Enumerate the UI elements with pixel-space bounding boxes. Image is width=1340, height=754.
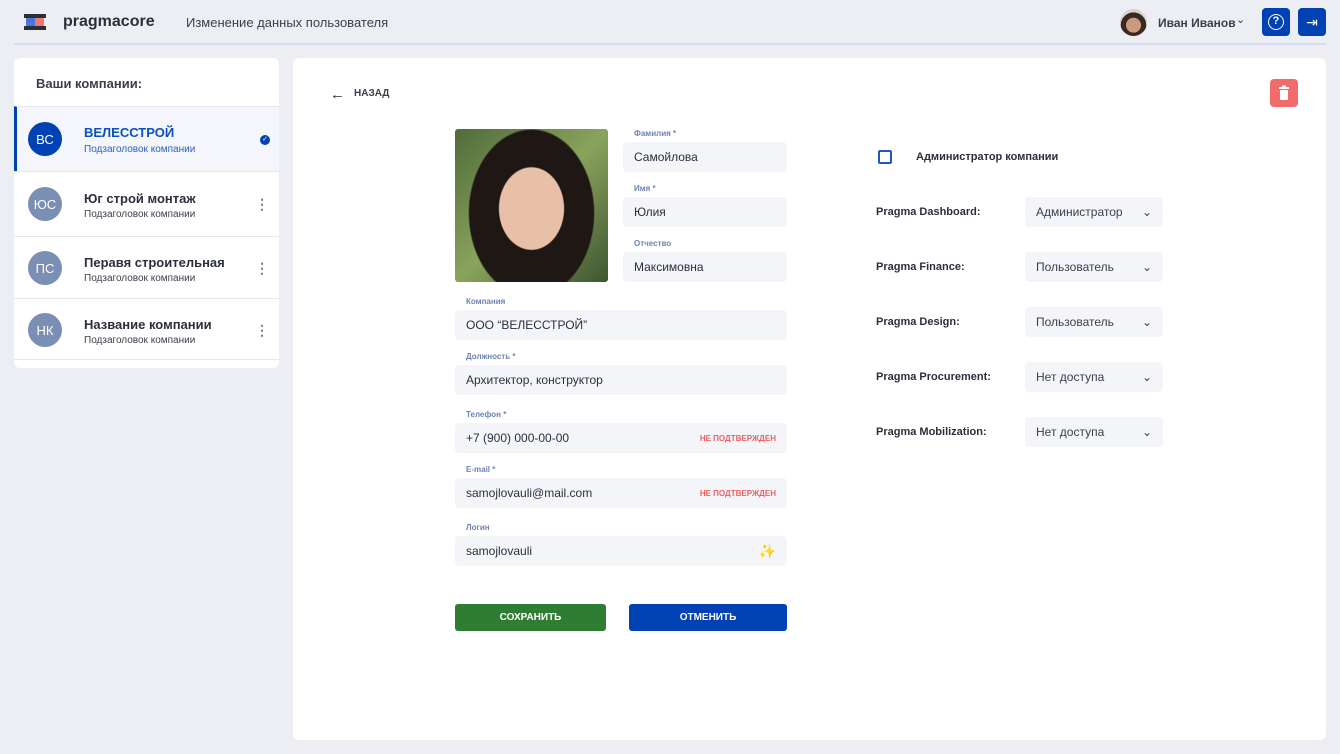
login-label: Логин xyxy=(466,523,490,532)
header-divider xyxy=(14,43,1326,45)
position-value: Архитектор, конструктор xyxy=(466,373,603,387)
back-arrow-icon[interactable]: ← xyxy=(330,86,345,103)
company-item[interactable]: ПС Перавя строительная Подзаголовок комп… xyxy=(14,236,279,298)
first-name-input[interactable]: Юлия xyxy=(623,197,787,227)
email-label: E-mail * xyxy=(466,465,496,474)
phone-value: +7 (900) 000-00-00 xyxy=(466,431,570,445)
company-value: ООО “ВЕЛЕССТРОЙ” xyxy=(466,318,588,332)
user-edit-panel xyxy=(293,58,1326,740)
page-title: Изменение данных пользователя xyxy=(186,15,389,30)
company-label: Компания xyxy=(466,297,506,306)
email-status-badge: НЕ ПОДТВЕРЖДЕН xyxy=(699,488,776,498)
company-subtitle: Подзаголовок компании xyxy=(84,273,196,284)
help-icon: ? xyxy=(1268,14,1284,30)
module-label: Pragma Dashboard: xyxy=(876,206,981,218)
company-subtitle: Подзаголовок компании xyxy=(84,335,196,346)
company-item[interactable]: ВС ВЕЛЕССТРОЙ Подзаголовок компании ✓ xyxy=(14,106,279,171)
patronymic-input[interactable]: Максимовна xyxy=(623,252,787,282)
last-name-input[interactable]: Самойлова xyxy=(623,142,787,172)
companies-sidebar: Ваши компании: ВС ВЕЛЕССТРОЙ Подзаголово… xyxy=(14,58,279,368)
company-avatar: ЮС xyxy=(28,187,62,221)
module-label: Pragma Finance: xyxy=(876,261,965,273)
dashboard-role-select[interactable]: Администратор ⌄ xyxy=(1025,197,1163,227)
select-value: Администратор xyxy=(1036,205,1123,219)
chevron-down-icon: ⌄ xyxy=(1141,260,1152,274)
cancel-button[interactable]: ОТМЕНИТЬ xyxy=(629,604,787,631)
exit-icon: ⇥ xyxy=(1306,13,1318,30)
email-input[interactable]: samojlovauli@mail.com НЕ ПОДТВЕРЖДЕН xyxy=(455,478,787,508)
select-value: Пользователь xyxy=(1036,260,1114,274)
chevron-down-icon[interactable]: ⌄ xyxy=(1236,13,1245,26)
company-subtitle: Подзаголовок компании xyxy=(84,144,196,155)
logout-button[interactable]: ⇥ xyxy=(1298,8,1326,36)
pragmacore-logo xyxy=(24,14,46,30)
company-item[interactable]: ЮС Юг строй монтаж Подзаголовок компании… xyxy=(14,171,279,236)
admin-checkbox[interactable] xyxy=(878,150,892,164)
chevron-down-icon: ⌄ xyxy=(1141,205,1152,219)
select-value: Нет доступа xyxy=(1036,425,1105,439)
sidebar-title: Ваши компании: xyxy=(36,76,143,91)
last-name-label: Фамилия * xyxy=(634,129,677,138)
company-item[interactable]: НК Название компании Подзаголовок компан… xyxy=(14,298,279,360)
company-subtitle: Подзаголовок компании xyxy=(84,209,196,220)
more-options-icon[interactable]: ⋮ xyxy=(255,261,269,275)
company-avatar: ВС xyxy=(28,122,62,156)
mobilization-role-select[interactable]: Нет доступа ⌄ xyxy=(1025,417,1163,447)
login-value: samojlovauli xyxy=(466,544,533,558)
more-options-icon[interactable]: ⋮ xyxy=(255,197,269,211)
brand-name: pragmacore xyxy=(63,13,155,30)
chevron-down-icon: ⌄ xyxy=(1141,315,1152,329)
first-name-label: Имя * xyxy=(634,184,656,193)
phone-label: Телефон * xyxy=(466,410,507,419)
select-value: Пользователь xyxy=(1036,315,1114,329)
module-label: Pragma Mobilization: xyxy=(876,426,987,438)
module-label: Pragma Design: xyxy=(876,316,960,328)
position-input[interactable]: Архитектор, конструктор xyxy=(455,365,787,395)
user-photo[interactable] xyxy=(455,129,608,282)
verified-check-icon: ✓ xyxy=(260,135,270,145)
magic-wand-icon[interactable]: ✨ xyxy=(759,543,776,560)
back-link[interactable]: НАЗАД xyxy=(354,88,389,99)
patronymic-value: Максимовна xyxy=(634,260,704,274)
company-avatar: НК xyxy=(28,313,62,347)
company-name: Название компании xyxy=(84,317,212,332)
first-name-value: Юлия xyxy=(634,205,666,219)
patronymic-label: Отчество xyxy=(634,239,672,248)
user-avatar[interactable] xyxy=(1120,9,1147,36)
procurement-role-select[interactable]: Нет доступа ⌄ xyxy=(1025,362,1163,392)
chevron-down-icon: ⌄ xyxy=(1141,425,1152,439)
design-role-select[interactable]: Пользователь ⌄ xyxy=(1025,307,1163,337)
finance-role-select[interactable]: Пользователь ⌄ xyxy=(1025,252,1163,282)
email-value: samojlovauli@mail.com xyxy=(466,486,593,500)
module-label: Pragma Procurement: xyxy=(876,371,991,383)
trash-icon xyxy=(1279,85,1289,100)
admin-checkbox-label: Администратор компании xyxy=(916,151,1059,163)
position-label: Должность * xyxy=(466,352,516,361)
phone-status-badge: НЕ ПОДТВЕРЖДЕН xyxy=(699,433,776,443)
company-input[interactable]: ООО “ВЕЛЕССТРОЙ” xyxy=(455,310,787,340)
company-avatar: ПС xyxy=(28,251,62,285)
company-name: Юг строй монтаж xyxy=(84,191,196,206)
delete-button[interactable] xyxy=(1270,79,1298,107)
last-name-value: Самойлова xyxy=(634,150,698,164)
save-button[interactable]: СОХРАНИТЬ xyxy=(455,604,606,631)
phone-input[interactable]: +7 (900) 000-00-00 НЕ ПОДТВЕРЖДЕН xyxy=(455,423,787,453)
user-menu[interactable]: Иван Иванов xyxy=(1158,16,1236,30)
login-input[interactable]: samojlovauli ✨ xyxy=(455,536,787,566)
select-value: Нет доступа xyxy=(1036,370,1105,384)
more-options-icon[interactable]: ⋮ xyxy=(255,323,269,337)
help-button[interactable]: ? xyxy=(1262,8,1290,36)
chevron-down-icon: ⌄ xyxy=(1141,370,1152,384)
company-name: Перавя строительная xyxy=(84,255,225,270)
company-name: ВЕЛЕССТРОЙ xyxy=(84,125,175,140)
